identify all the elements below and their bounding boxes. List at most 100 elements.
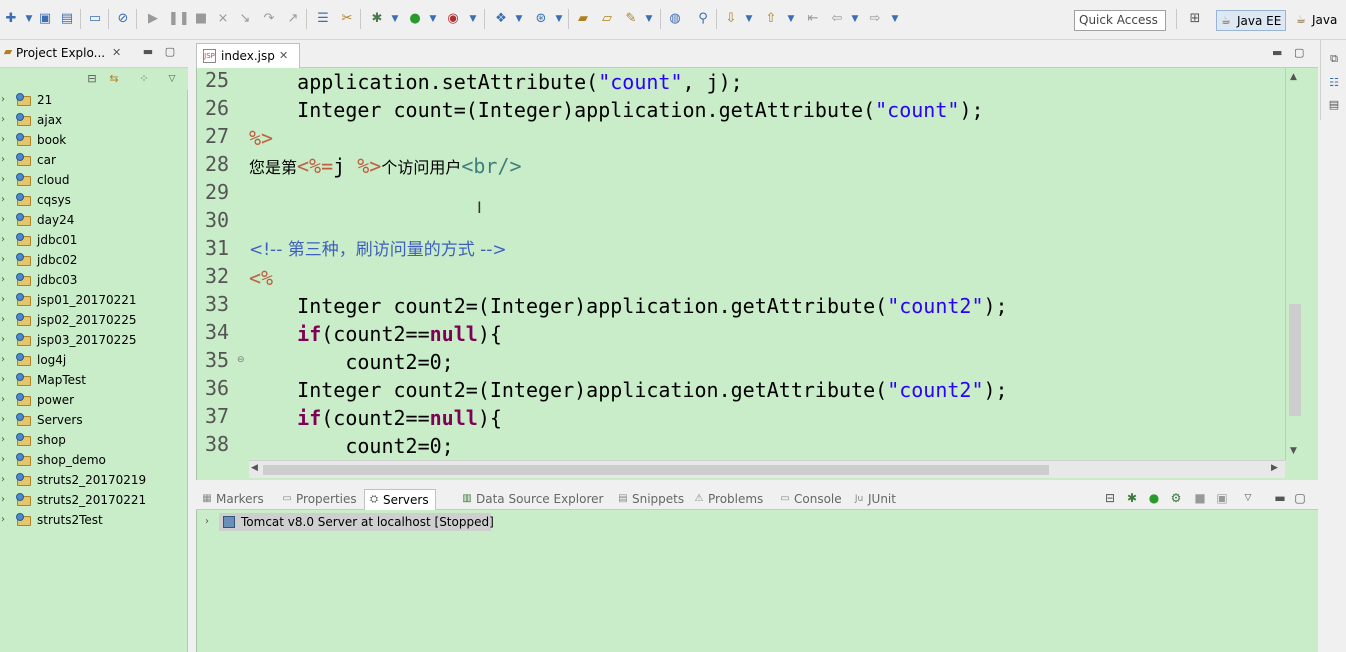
code-editor[interactable]: 25 26 27 28 29 30 31 32 33 34 35 ⊖ 36 37… — [196, 68, 1318, 480]
tab-properties[interactable]: ▭ Properties — [278, 489, 356, 510]
debug-icon[interactable]: ✱ — [368, 10, 386, 28]
tree-item-project[interactable]: › struts2_20170219 — [0, 470, 188, 490]
tree-item-project[interactable]: › jsp03_20170225 — [0, 330, 188, 350]
step-into-icon[interactable]: ↘ — [236, 10, 254, 28]
expand-chevron-icon[interactable]: › — [1, 450, 5, 470]
close-icon[interactable]: ✕ — [112, 46, 121, 59]
expand-chevron-icon[interactable]: › — [205, 512, 209, 532]
debug-dropdown-icon[interactable]: ▼ — [386, 10, 404, 28]
maximize-icon[interactable]: ▢ — [1294, 46, 1304, 59]
minimize-icon[interactable]: ▬ — [140, 44, 156, 60]
collapse-all-icon[interactable]: ⊟ — [1102, 490, 1118, 506]
tab-markers[interactable]: ▦ Markers — [198, 489, 263, 510]
scrollbar-thumb[interactable] — [263, 465, 1049, 475]
tab-data-source-explorer[interactable]: ▥ Data Source Explorer — [458, 489, 603, 510]
new-icon[interactable]: ✚ — [2, 10, 20, 28]
tree-item-project[interactable]: › car — [0, 150, 188, 170]
tree-item-project[interactable]: › shop — [0, 430, 188, 450]
expand-chevron-icon[interactable]: › — [1, 210, 5, 230]
filter-icon[interactable]: ☰ — [314, 10, 332, 28]
tree-item-project[interactable]: › jsp02_20170225 — [0, 310, 188, 330]
tree-item-project[interactable]: › log4j — [0, 350, 188, 370]
step-over-icon[interactable]: ↷ — [260, 10, 278, 28]
task-list-icon[interactable]: ▤ — [1327, 98, 1341, 112]
expand-chevron-icon[interactable]: › — [1, 330, 5, 350]
close-tab-icon[interactable]: ✕ — [279, 44, 288, 68]
minimize-icon[interactable]: ▬ — [1272, 490, 1288, 506]
tree-item-project[interactable]: › jdbc02 — [0, 250, 188, 270]
expand-chevron-icon[interactable]: › — [1, 410, 5, 430]
scroll-left-icon[interactable]: ◀ — [251, 463, 258, 473]
view-menu-icon[interactable]: ▽ — [1240, 490, 1256, 506]
skip-breakpoints-icon[interactable]: ⊘ — [114, 10, 132, 28]
new-class-dropdown-icon[interactable]: ▼ — [550, 10, 568, 28]
open-perspective-icon[interactable]: ⊞ — [1186, 10, 1204, 28]
expand-chevron-icon[interactable]: › — [1, 290, 5, 310]
scroll-up-icon[interactable]: ▲ — [1290, 72, 1297, 82]
tree-item-project[interactable]: › jdbc03 — [0, 270, 188, 290]
expand-chevron-icon[interactable]: › — [1, 270, 5, 290]
save-all-icon[interactable]: ▤ — [58, 10, 76, 28]
open-type-icon[interactable]: ▰ — [574, 10, 592, 28]
tree-item-project[interactable]: › power — [0, 390, 188, 410]
task-dropdown-icon[interactable]: ▼ — [640, 10, 658, 28]
vertical-scrollbar[interactable]: ▲ ▼ — [1285, 68, 1303, 460]
search-icon[interactable]: ⚲ — [694, 10, 712, 28]
tree-item-project[interactable]: › struts2_20170221 — [0, 490, 188, 510]
fold-marker-icon[interactable]: ⊖ — [237, 355, 245, 365]
view-menu-dropdown-icon[interactable]: ▽ — [164, 71, 180, 87]
minimize-icon[interactable]: ▬ — [1272, 46, 1282, 59]
open-folder-icon[interactable]: ▱ — [598, 10, 616, 28]
open-task-icon[interactable]: ✎ — [622, 10, 640, 28]
terminal-icon[interactable]: ▭ — [86, 10, 104, 28]
expand-chevron-icon[interactable]: › — [1, 490, 5, 510]
web-browser-icon[interactable]: ◍ — [666, 10, 684, 28]
new-java-class-icon[interactable]: ⊛ — [532, 10, 550, 28]
run-dropdown-icon[interactable]: ▼ — [424, 10, 442, 28]
tab-console[interactable]: ▭ Console — [776, 489, 841, 510]
expand-chevron-icon[interactable]: › — [1, 350, 5, 370]
forward-dropdown-icon[interactable]: ▼ — [886, 10, 904, 28]
expand-chevron-icon[interactable]: › — [1, 250, 5, 270]
last-edit-location-icon[interactable]: ⇤ — [804, 10, 822, 28]
forward-icon[interactable]: ⇨ — [866, 10, 884, 28]
back-icon[interactable]: ⇦ — [828, 10, 846, 28]
tree-item-project[interactable]: › jsp01_20170221 — [0, 290, 188, 310]
expand-chevron-icon[interactable]: › — [1, 390, 5, 410]
scroll-right-icon[interactable]: ▶ — [1271, 463, 1278, 473]
new-server-dropdown-icon[interactable]: ▼ — [510, 10, 528, 28]
tree-item-project[interactable]: › 21 — [0, 90, 188, 110]
tab-junit[interactable]: Ju JUnit — [850, 489, 896, 510]
expand-chevron-icon[interactable]: › — [1, 470, 5, 490]
terminate-icon[interactable]: ■ — [192, 10, 210, 28]
project-explorer-tab[interactable]: Project Explo... — [16, 46, 105, 60]
previous-annotation-dropdown-icon[interactable]: ▼ — [782, 10, 800, 28]
expand-chevron-icon[interactable]: › — [1, 90, 5, 110]
restore-icon[interactable]: ⧉ — [1327, 52, 1341, 66]
debug-server-icon[interactable]: ✱ — [1124, 490, 1140, 506]
tree-item-project[interactable]: › ajax — [0, 110, 188, 130]
tree-item-project[interactable]: › MapTest — [0, 370, 188, 390]
next-annotation-icon[interactable]: ⇩ — [722, 10, 740, 28]
tree-item-project[interactable]: › shop_demo — [0, 450, 188, 470]
publish-icon[interactable]: ▣ — [1214, 490, 1230, 506]
outline-icon[interactable]: ☷ — [1327, 76, 1341, 90]
step-return-icon[interactable]: ↗ — [284, 10, 302, 28]
resume-icon[interactable]: ▶ — [144, 10, 162, 28]
disconnect-icon[interactable]: ⨯ — [214, 10, 232, 28]
scroll-down-icon[interactable]: ▼ — [1290, 446, 1297, 456]
expand-chevron-icon[interactable]: › — [1, 110, 5, 130]
run-icon[interactable]: ● — [406, 10, 424, 28]
suspend-icon[interactable]: ❚❚ — [168, 10, 190, 28]
next-annotation-dropdown-icon[interactable]: ▼ — [740, 10, 758, 28]
expand-chevron-icon[interactable]: › — [1, 170, 5, 190]
save-icon[interactable]: ▣ — [36, 10, 54, 28]
tree-item-project[interactable]: › struts2Test — [0, 510, 188, 530]
start-server-icon[interactable]: ● — [1146, 490, 1162, 506]
expand-chevron-icon[interactable]: › — [1, 190, 5, 210]
maximize-icon[interactable]: ▢ — [1292, 490, 1308, 506]
tools-icon[interactable]: ✂ — [338, 10, 356, 28]
previous-annotation-icon[interactable]: ⇧ — [762, 10, 780, 28]
tree-item-project[interactable]: › cloud — [0, 170, 188, 190]
expand-chevron-icon[interactable]: › — [1, 130, 5, 150]
